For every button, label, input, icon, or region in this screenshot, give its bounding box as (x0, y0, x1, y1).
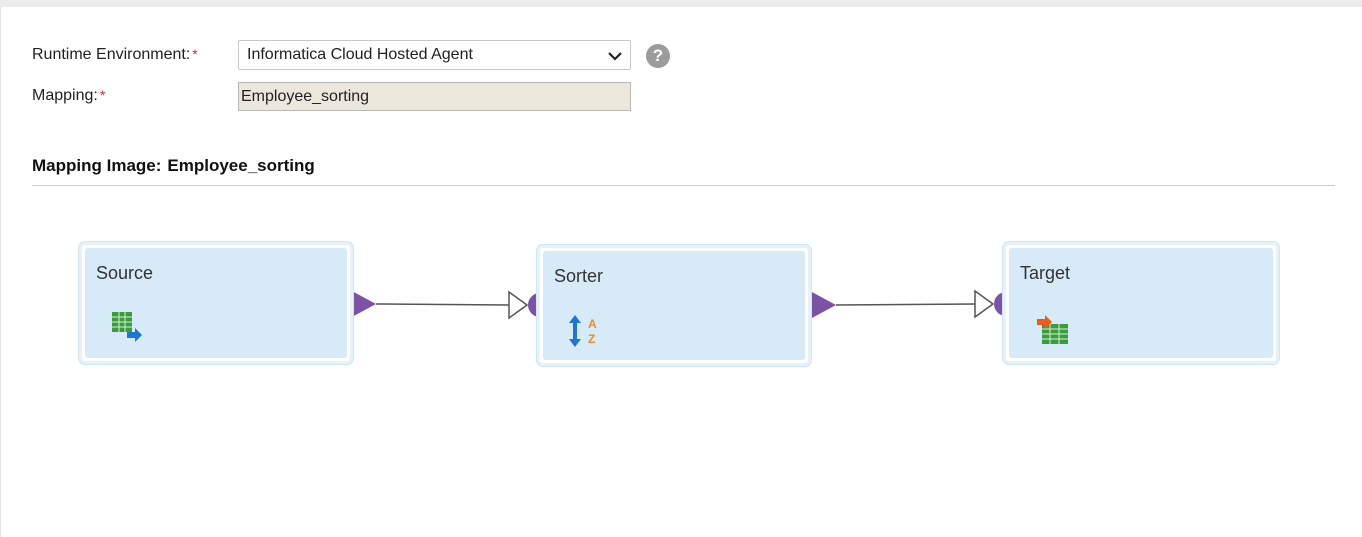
sorter-input-arrow (508, 290, 529, 320)
target-input-arrow (974, 289, 995, 319)
sorter-node[interactable]: Sorter A Z (537, 245, 811, 366)
source-node[interactable]: Source (79, 242, 353, 364)
target-node[interactable]: Target (1003, 242, 1279, 364)
source-node-title: Source (96, 263, 154, 283)
target-table-icon (1037, 315, 1068, 344)
svg-text:A: A (588, 317, 597, 331)
sort-az-icon: A Z (569, 315, 597, 347)
target-node-title: Target (1020, 263, 1071, 283)
svg-text:Z: Z (588, 332, 595, 346)
sorter-output-port (810, 291, 836, 319)
connector-source-sorter (375, 303, 511, 306)
source-table-icon (112, 312, 142, 342)
sorter-node-title: Sorter (554, 266, 604, 286)
source-output-port (350, 290, 376, 318)
connector-sorter-target (835, 303, 977, 306)
